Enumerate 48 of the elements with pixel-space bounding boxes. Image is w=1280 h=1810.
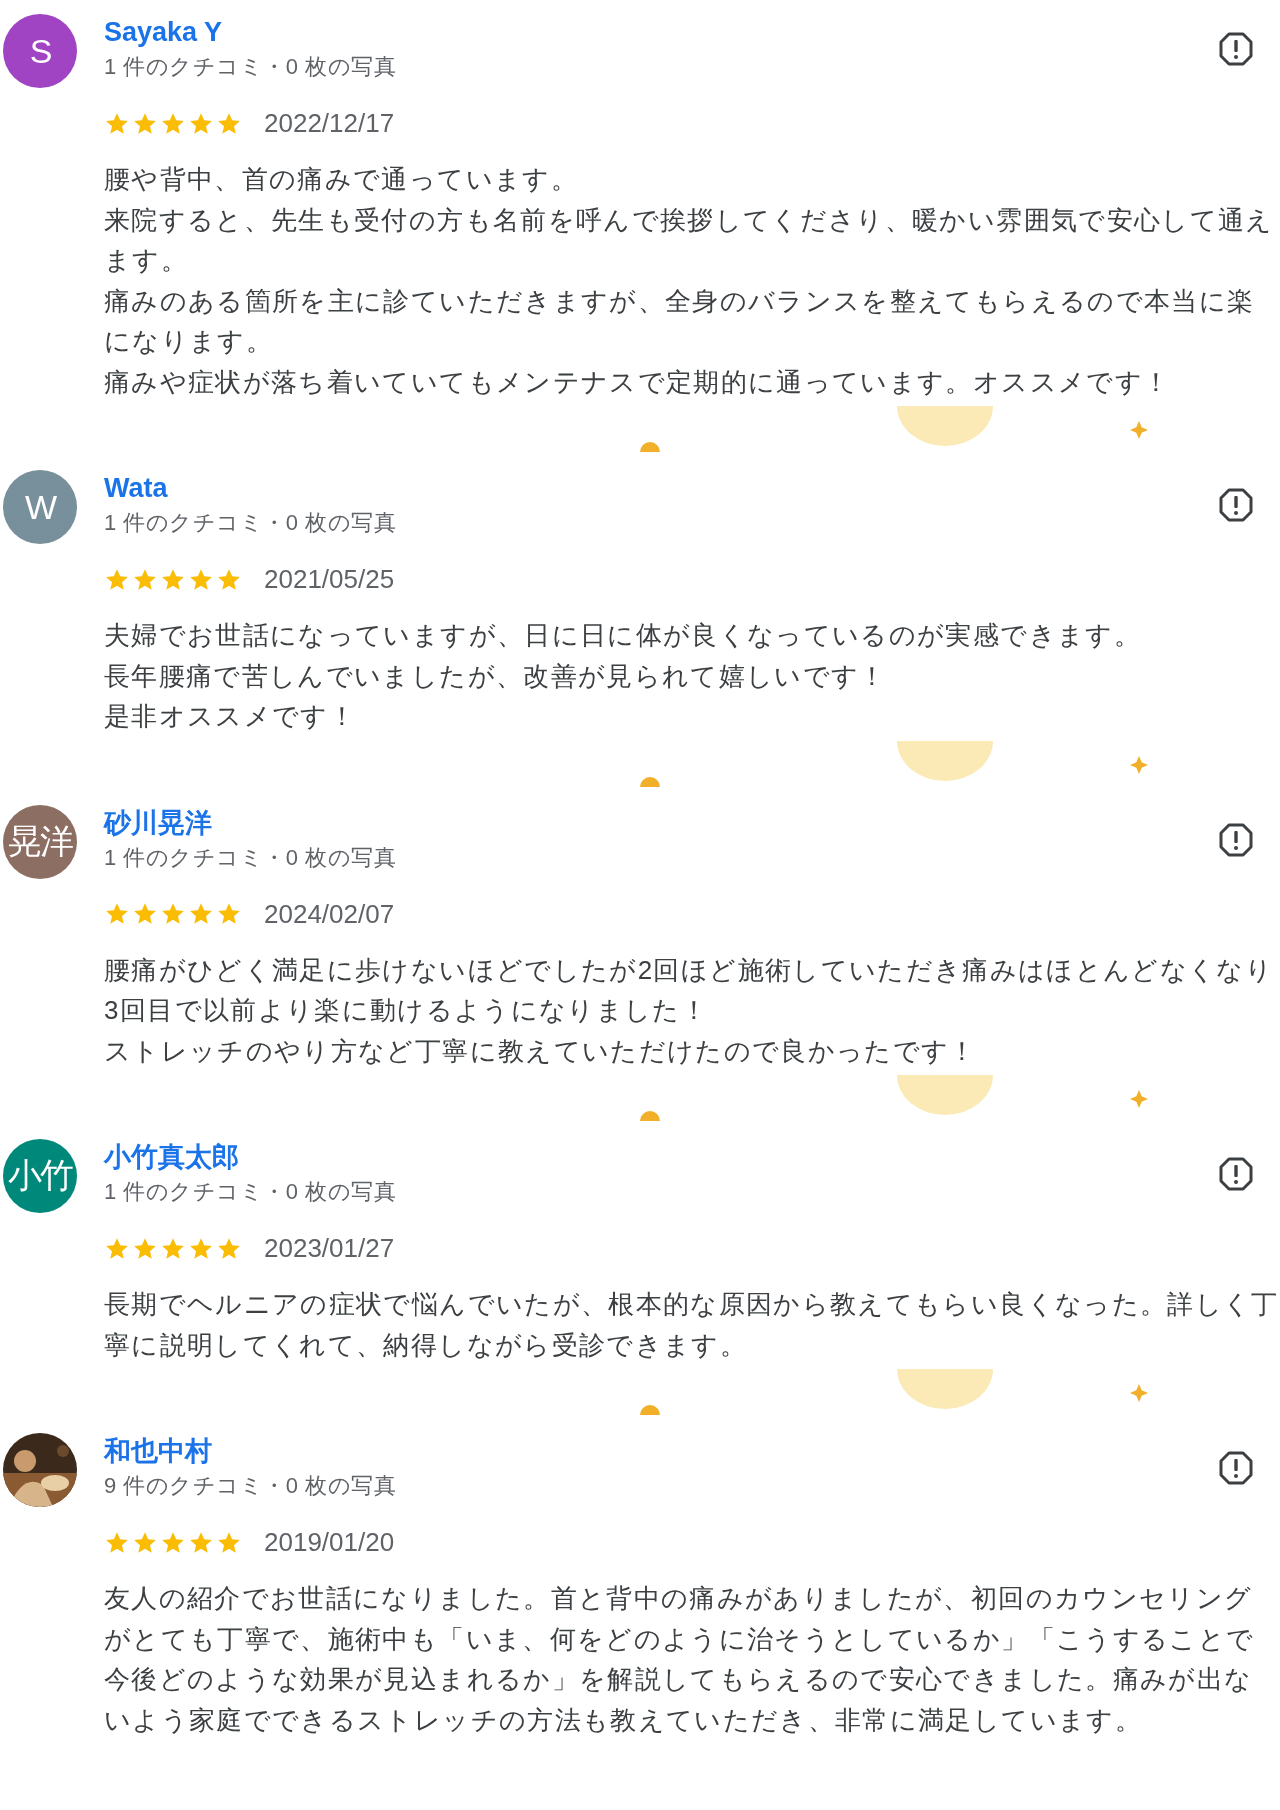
reviewer-name[interactable]: 小竹真太郎: [104, 1139, 397, 1175]
dot-decoration-icon: [640, 776, 660, 787]
review-date: 2021/05/25: [264, 564, 395, 595]
sparkle-icon: [1130, 755, 1148, 774]
review-text: 痛みや症状が落ち着いていてもメンテナスで定期的に通っています。オススメです！: [104, 365, 1172, 399]
sparkle-icon: [1130, 421, 1148, 439]
review-text: 腰や背中、首の痛みで通っています。: [104, 163, 579, 196]
star-icon: [188, 901, 214, 927]
report-icon[interactable]: [1218, 31, 1254, 67]
review-date: 2022/12/17: [264, 108, 395, 139]
review-date: 2023/01/27: [264, 1233, 395, 1264]
review-text: 痛みのある箇所を主に診ていただきますが、全身のバランスを整えてもらえるので本当に楽になります。: [104, 284, 1256, 358]
review-date: 2019/01/20: [264, 1527, 395, 1558]
review-text: 腰痛がひどく満足に歩けないほどでしたが2回ほど施術していただき痛みはほとんどなくなり3回目で以前より楽に動けるようになりました！: [104, 953, 1275, 1027]
avatar[interactable]: 小竹: [3, 1139, 77, 1213]
reviewer-name[interactable]: 砂川晃洋: [104, 804, 397, 841]
star-icon: [104, 901, 130, 927]
report-icon[interactable]: [1218, 1156, 1254, 1192]
reviewer-name[interactable]: Sayaka Y: [104, 14, 397, 50]
dot-decoration-icon: [640, 1111, 660, 1121]
review-text: 夫婦でお世話になっていますが、日に日に体が良くなっているのが実感できます。: [104, 619, 1142, 652]
star-icon: [216, 901, 242, 927]
avatar[interactable]: W: [3, 470, 77, 544]
review-count: 1 件のクチコミ・0 枚の写真: [104, 509, 397, 537]
review-text: 長期でヘルニアの症状で悩んでいたが、根本的な原因から教えてもらい良くなった。詳しく丁寧に説明してくれて、納得しながら受診できます。: [104, 1288, 1280, 1362]
review-text: 是非オススメです！: [104, 700, 358, 733]
avatar[interactable]: 晃洋: [3, 804, 77, 879]
review-text: 長年腰痛で苦しんでいましたが、改善が見られて嬉しいです！: [104, 659, 888, 693]
review-text: 来院すると、先生も受付の方も名前を呼んで挨拶してくださり、暖かい雰囲気で安心して通えます。: [104, 203, 1275, 277]
review-date: 2024/02/07: [264, 898, 395, 930]
review-count: 1 件のクチコミ・0 枚の写真: [104, 1178, 397, 1206]
report-icon[interactable]: [1218, 821, 1254, 858]
review-count: 1 件のクチコミ・0 枚の写真: [104, 53, 397, 81]
review-count: 1 件のクチコミ・0 枚の写真: [104, 843, 397, 872]
sparkle-icon: [1130, 1090, 1148, 1108]
reviewer-name[interactable]: Wata: [104, 470, 397, 506]
dot-decoration-icon: [640, 1405, 660, 1415]
review-text: ストレッチのやり方など丁寧に教えていただけたので良かったです！: [104, 1034, 978, 1068]
avatar[interactable]: S: [3, 14, 77, 88]
sparkle-icon: [1130, 1384, 1148, 1402]
reviewer-name[interactable]: 和也中村: [104, 1433, 397, 1469]
report-icon[interactable]: [1218, 487, 1254, 523]
star-icon: [160, 901, 186, 927]
report-icon[interactable]: [1218, 1450, 1254, 1486]
star-icon: [132, 901, 158, 927]
review-text: 友人の紹介でお世話になりました。首と背中の痛みがありましたが、初回のカウンセリングがとても丁寧で、施術中も「いま、何をどのように治そうとしているか」「こうすることで今後どのような効果が見込まれるか」を解説してもらえるので安心できました。痛みが出ないよう家庭でできるストレッチの方法も教えていただき、非常に満足しています。: [104, 1582, 1256, 1737]
review-count: 9 件のクチコミ・0 枚の写真: [104, 1472, 397, 1500]
dot-decoration-icon: [640, 442, 660, 452]
